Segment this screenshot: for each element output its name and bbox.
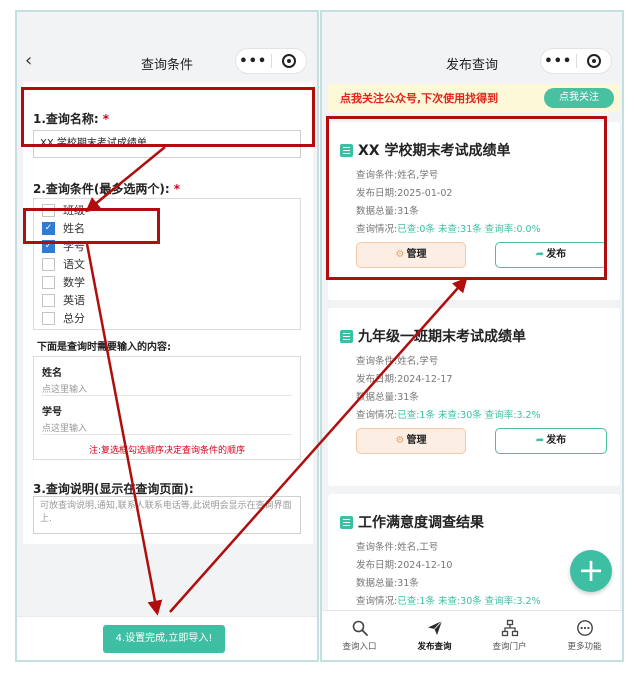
checkbox[interactable] bbox=[42, 311, 55, 325]
paper-plane-icon bbox=[427, 620, 442, 635]
checkbox[interactable] bbox=[42, 293, 55, 307]
share-arrow-icon: ➦ bbox=[535, 435, 545, 446]
option-english[interactable]: 英语 bbox=[42, 291, 85, 309]
publish-query-screen: 发布查询 ••• 点我关注公众号,下次使用找得到 点我关注 XX 学校期末考试成… bbox=[320, 10, 624, 662]
follow-banner: 点我关注公众号,下次使用找得到 点我关注 bbox=[328, 84, 620, 112]
field-label: 学号 bbox=[42, 407, 62, 418]
bottom-action-bar: 4.设置完成,立即导入! bbox=[17, 616, 317, 660]
card-title: 工作满意度调查结果 bbox=[358, 515, 484, 531]
query-card[interactable]: 工作满意度调查结果 查询条件:姓名,工号 发布日期:2024-12-10 数据总… bbox=[328, 494, 620, 614]
follow-button[interactable]: 点我关注 bbox=[544, 88, 614, 108]
card-date: 发布日期:2024-12-17 bbox=[356, 374, 453, 385]
option-math[interactable]: 数学 bbox=[42, 273, 85, 291]
add-fab-button[interactable]: + bbox=[570, 550, 612, 592]
tab-query-entry[interactable]: 查询入口 bbox=[322, 611, 397, 660]
more-icon bbox=[576, 620, 593, 636]
tab-bar: 查询入口 发布查询 查询门户 更多功能 bbox=[322, 610, 622, 660]
query-form: 1.查询名称: * XX 学校期末考试成绩单 2.查询条件(最多选两个): * 班级… bbox=[23, 82, 313, 544]
mini-program-capsule: ••• bbox=[540, 48, 612, 74]
manage-button[interactable]: ⚙ 管理 bbox=[356, 428, 466, 454]
gear-icon: ⚙ bbox=[395, 435, 405, 446]
card-title: 九年级一班期末考试成绩单 bbox=[358, 329, 526, 345]
card-status: 查询情况:已查:1条 未查:30条 查询率:3.2% bbox=[356, 596, 541, 607]
list-doc-icon bbox=[340, 330, 353, 343]
more-dots-icon[interactable]: ••• bbox=[236, 54, 271, 69]
import-button[interactable]: 4.设置完成,立即导入! bbox=[103, 625, 225, 653]
input-hint: 下面是查询时需要输入的内容: bbox=[37, 342, 171, 353]
list-doc-icon bbox=[340, 516, 353, 529]
tab-publish-query[interactable]: 发布查询 bbox=[397, 611, 472, 660]
query-card[interactable]: 九年级一班期末考试成绩单 查询条件:姓名,学号 发布日期:2024-12-17 … bbox=[328, 308, 620, 486]
nav-bar: 发布查询 ••• bbox=[322, 12, 622, 80]
highlight-box-card bbox=[326, 116, 607, 280]
close-target-icon[interactable] bbox=[272, 54, 307, 68]
publish-button[interactable]: ➦ 发布 bbox=[495, 428, 607, 454]
org-chart-icon bbox=[501, 619, 518, 637]
section-conditions-title: 2.查询条件(最多选两个): * bbox=[33, 182, 180, 196]
option-chinese[interactable]: 语文 bbox=[42, 255, 85, 273]
card-conditions: 查询条件:姓名,学号 bbox=[356, 356, 439, 367]
highlight-box-conditions bbox=[23, 208, 160, 244]
tab-query-portal[interactable]: 查询门户 bbox=[472, 611, 547, 660]
card-date: 发布日期:2024-12-10 bbox=[356, 560, 453, 571]
card-conditions: 查询条件:姓名,工号 bbox=[356, 542, 439, 553]
option-total[interactable]: 总分 bbox=[42, 309, 85, 327]
field-placeholder[interactable]: 点这里输入 bbox=[42, 421, 87, 434]
tab-more-functions[interactable]: 更多功能 bbox=[547, 611, 622, 660]
nav-bar: ‹ 查询条件 ••• bbox=[17, 12, 317, 80]
card-total: 数据总量:31条 bbox=[356, 392, 419, 403]
banner-text: 点我关注公众号,下次使用找得到 bbox=[340, 92, 499, 105]
close-target-icon[interactable] bbox=[577, 54, 612, 68]
card-total: 数据总量:31条 bbox=[356, 578, 419, 589]
checkbox[interactable] bbox=[42, 257, 55, 271]
field-placeholder[interactable]: 点这里输入 bbox=[42, 382, 87, 395]
query-fields-preview: 姓名 点这里输入 学号 点这里输入 注:复选框勾选顺序决定查询条件的顺序 bbox=[33, 356, 301, 460]
description-input[interactable]: 可放查询说明,通知,联系人联系电话等,此说明会显示在查询界面上. bbox=[33, 496, 301, 534]
search-icon bbox=[352, 620, 368, 636]
more-dots-icon[interactable]: ••• bbox=[541, 54, 576, 69]
highlight-box-name bbox=[21, 87, 315, 147]
card-status: 查询情况:已查:1条 未查:30条 查询率:3.2% bbox=[356, 410, 541, 421]
field-label: 姓名 bbox=[42, 368, 62, 379]
mini-program-capsule: ••• bbox=[235, 48, 307, 74]
order-note: 注:复选框勾选顺序决定查询条件的顺序 bbox=[88, 446, 246, 456]
checkbox[interactable] bbox=[42, 275, 55, 289]
section-description-title: 3.查询说明(显示在查询页面): bbox=[33, 482, 194, 496]
